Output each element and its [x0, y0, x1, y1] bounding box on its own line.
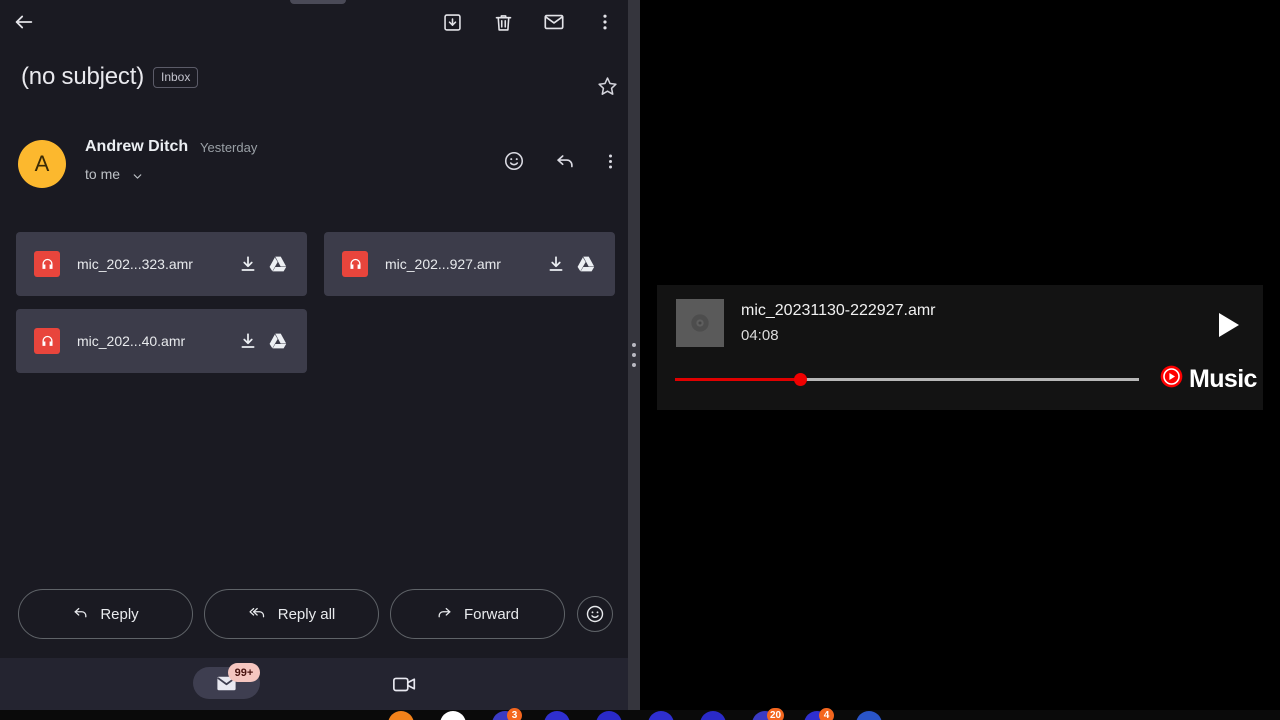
trash-icon[interactable]	[487, 6, 519, 38]
email-toolbar	[0, 0, 634, 44]
mail-unread-badge: 99+	[228, 663, 260, 682]
download-icon[interactable]	[233, 326, 263, 356]
audio-file-icon	[342, 251, 368, 277]
track-duration: 04:08	[741, 327, 779, 344]
star-icon[interactable]	[592, 71, 622, 101]
avatar[interactable]: A	[18, 140, 66, 188]
reply-all-button[interactable]: Reply all	[204, 589, 379, 639]
youtube-music-wordmark: Music	[1189, 364, 1257, 393]
subject-row: (no subject) Inbox	[0, 58, 634, 100]
audio-file-icon	[34, 328, 60, 354]
attachment-chip[interactable]: mic_202...927.amr	[324, 232, 615, 296]
page-title: (no subject)	[21, 63, 144, 90]
audio-player-card: mic_20231130-222927.amr 04:08 Music	[657, 285, 1263, 410]
grip-dot-icon	[632, 343, 636, 347]
reply-icon[interactable]	[549, 146, 581, 176]
reply-arrow-icon	[72, 604, 89, 625]
youtube-music-logo: Music	[1159, 365, 1257, 393]
attachment-chip[interactable]: mic_202...40.amr	[16, 309, 307, 373]
attachment-name: mic_202...323.amr	[77, 256, 193, 272]
audio-file-icon	[34, 251, 60, 277]
attachment-name: mic_202...40.amr	[77, 333, 186, 349]
bottom-navigation: 99+	[0, 658, 634, 710]
taskbar-badge: 20	[767, 708, 785, 720]
download-icon[interactable]	[233, 249, 263, 279]
email-date: Yesterday	[200, 140, 258, 155]
taskbar-badge: 4	[819, 708, 834, 720]
forward-button-label: Forward	[463, 605, 519, 623]
youtube-music-play-icon	[1159, 364, 1184, 394]
nav-item-meet[interactable]	[388, 670, 422, 698]
track-title: mic_20231130-222927.amr	[741, 302, 936, 319]
play-icon[interactable]	[1209, 305, 1249, 345]
label-chip-inbox[interactable]: Inbox	[153, 67, 199, 88]
attachment-chip[interactable]: mic_202...323.amr	[16, 232, 307, 296]
archive-icon[interactable]	[436, 6, 468, 38]
sender-block: A Andrew Ditch Yesterday to me	[0, 136, 634, 196]
reply-button[interactable]: Reply	[18, 589, 193, 639]
back-icon[interactable]	[8, 6, 40, 38]
toolbar-more-icon[interactable]	[589, 6, 621, 38]
recipient-label[interactable]: to me	[85, 166, 120, 182]
chevron-down-icon[interactable]	[131, 170, 144, 188]
reply-all-arrow-icon	[248, 604, 267, 625]
progress-thumb[interactable]	[794, 373, 808, 386]
save-to-drive-icon[interactable]	[263, 326, 293, 356]
forward-arrow-icon	[436, 604, 453, 625]
reply-button-label: Reply	[100, 605, 139, 623]
save-to-drive-icon[interactable]	[571, 249, 601, 279]
system-taskbar	[0, 710, 1280, 720]
audio-player-pane: mic_20231130-222927.amr 04:08 Music	[640, 0, 1280, 710]
album-art-icon	[676, 299, 724, 347]
emoji-reaction-icon[interactable]	[577, 596, 613, 632]
pane-resize-handle[interactable]	[628, 0, 640, 710]
attachment-name: mic_202...927.amr	[385, 256, 501, 272]
message-more-icon[interactable]	[594, 146, 626, 176]
add-reaction-icon[interactable]	[498, 146, 530, 176]
save-to-drive-icon[interactable]	[263, 249, 293, 279]
sender-name: Andrew Ditch	[85, 138, 189, 155]
mark-unread-icon[interactable]	[538, 6, 570, 38]
screen-root: (no subject) Inbox A Andrew Ditch Yester…	[0, 0, 1280, 720]
taskbar-badge: 3	[507, 708, 522, 720]
reply-action-bar: Reply Reply all Forward	[0, 589, 634, 639]
grip-dot-icon	[632, 363, 636, 367]
gmail-pane: (no subject) Inbox A Andrew Ditch Yester…	[0, 0, 634, 710]
grip-dot-icon	[632, 353, 636, 357]
download-icon[interactable]	[541, 249, 571, 279]
progress-fill	[675, 378, 801, 381]
forward-button[interactable]: Forward	[390, 589, 565, 639]
reply-all-button-label: Reply all	[277, 605, 336, 623]
progress-slider[interactable]	[675, 373, 1139, 386]
